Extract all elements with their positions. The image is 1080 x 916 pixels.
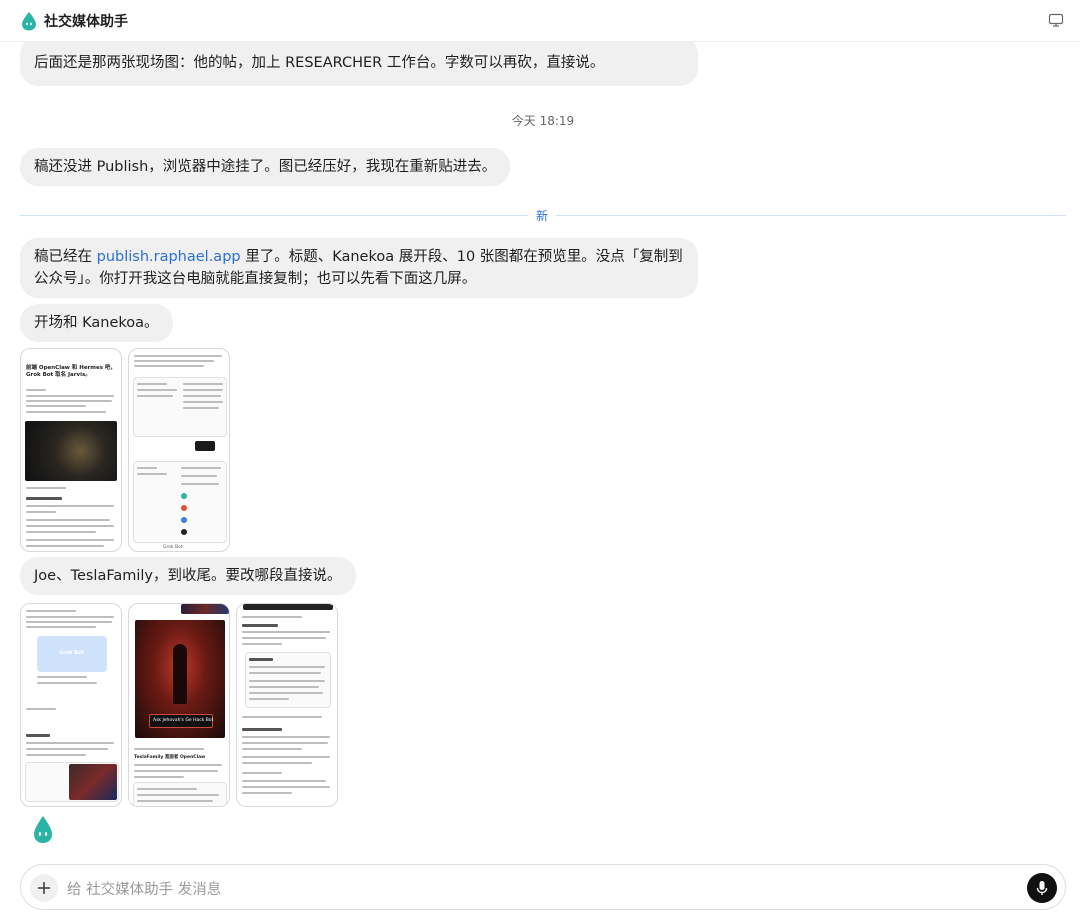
thumbnail-photo: [25, 421, 117, 481]
assistant-avatar-icon: [32, 814, 54, 844]
message-text: 稿还没进 Publish，浏览器中途挂了。图已经压好，我现在重新贴进去。: [34, 159, 497, 175]
plus-icon: [38, 882, 50, 894]
message-bubble: 开场和 Kanekoa。: [20, 304, 173, 342]
thumbnail-heading: TeslaFamily 直面者 OpenClaw: [134, 755, 206, 760]
screenshot-thumbnail[interactable]: Grok Bot: [128, 348, 230, 552]
new-messages-label: 新: [528, 207, 556, 224]
thumbnail-heading: 前端 OpenClaw 和 Hermes 吧，Grok Bot 取名 Jarvi…: [26, 365, 116, 378]
message-text: 里了。标题、Kanekoa 展开段、10 张图都在预览里。没点「复制到: [240, 249, 683, 265]
message-bubble: 稿还没进 Publish，浏览器中途挂了。图已经压好，我现在重新贴进去。: [20, 148, 511, 186]
screenshot-thumbnail[interactable]: Ask Jehovah's Ge Hack Bot TeslaFamily 直面…: [128, 603, 230, 807]
microphone-icon: [1036, 881, 1048, 895]
message-text: 稿已经在: [34, 249, 97, 265]
monitor-icon[interactable]: [1048, 12, 1064, 28]
app-title: 社交媒体助手: [44, 13, 128, 30]
message-text: 公众号」。你打开我这台电脑就能直接复制；也可以先看下面这几屏。: [34, 271, 477, 287]
message-text: 开场和 Kanekoa。: [34, 315, 159, 331]
attach-button[interactable]: [30, 874, 58, 902]
thumbnail-badge: Grok Bot: [163, 545, 183, 550]
screenshot-thumbnail[interactable]: 前端 OpenClaw 和 Hermes 吧，Grok Bot 取名 Jarvi…: [20, 348, 122, 552]
thumbnail-caption: Ask Jehovah's Ge Hack Bot: [153, 718, 214, 723]
message-bubble: 稿已经在 publish.raphael.app 里了。标题、Kanekoa 展…: [20, 238, 698, 298]
message-text: Joe、TeslaFamily，到收尾。要改哪段直接说。: [34, 568, 342, 584]
message-composer[interactable]: 给 社交媒体助手 发消息: [20, 864, 1066, 910]
app-header: 社交媒体助手: [0, 0, 1080, 42]
screenshot-thumbnail[interactable]: Grok Bot: [20, 603, 122, 807]
water-drop-icon: [20, 11, 38, 31]
timestamp: 今天 18:19: [511, 114, 575, 128]
thumbnail-brand: Grok Bot: [59, 650, 84, 656]
voice-input-button[interactable]: [1027, 873, 1057, 903]
screenshot-thumbnail[interactable]: [236, 603, 338, 807]
publish-link[interactable]: publish.raphael.app: [97, 249, 241, 265]
message-input-placeholder[interactable]: 给 社交媒体助手 发消息: [67, 878, 221, 899]
message-bubble: Joe、TeslaFamily，到收尾。要改哪段直接说。: [20, 557, 356, 595]
message-bubble: 后面还是那两张现场图：他的帖，加上 RESEARCHER 工作台。字数可以再砍，…: [20, 42, 698, 86]
message-text: 后面还是那两张现场图：他的帖，加上 RESEARCHER 工作台。字数可以再砍，…: [34, 55, 605, 71]
chat-transcript[interactable]: 后面还是那两张现场图：他的帖，加上 RESEARCHER 工作台。字数可以再砍，…: [0, 42, 1080, 862]
